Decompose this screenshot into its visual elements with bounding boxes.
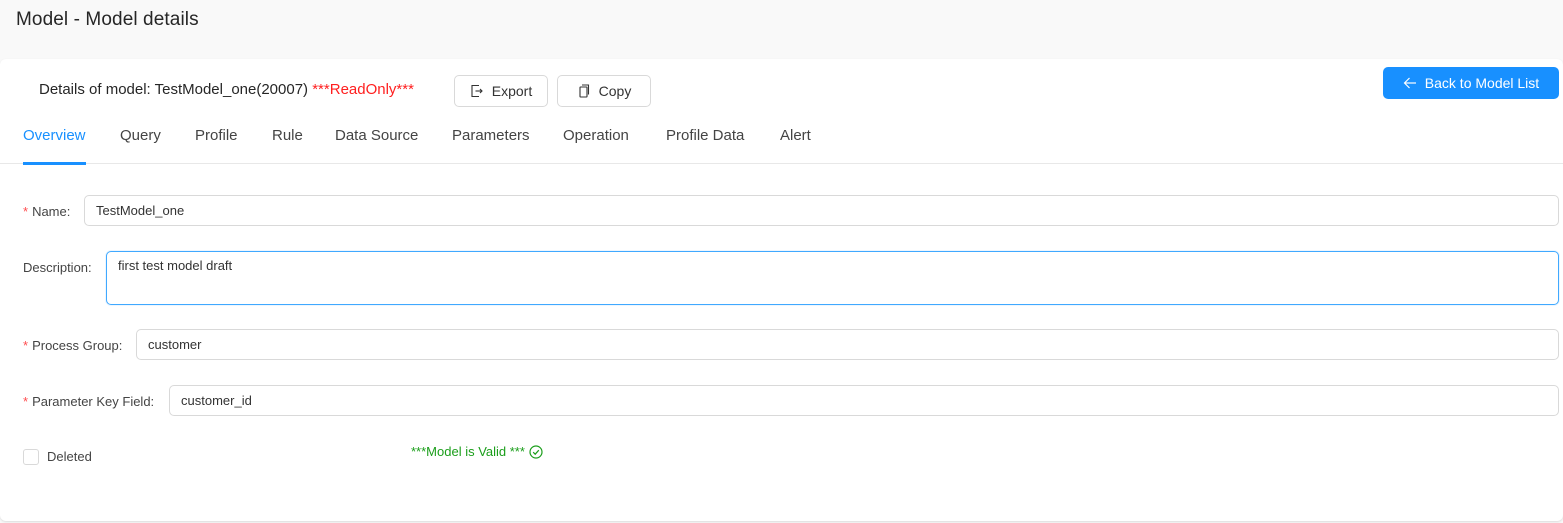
name-input[interactable]: TestModel_one [84, 195, 1559, 226]
process-group-label-text: Process Group: [32, 338, 123, 353]
description-label: Description: [23, 260, 92, 275]
tab-overview[interactable]: Overview [23, 127, 86, 165]
tab-rule[interactable]: Rule [272, 127, 303, 164]
copy-icon [577, 84, 591, 98]
parameter-key-field-input[interactable]: customer_id [169, 385, 1559, 416]
deleted-label[interactable]: Deleted [47, 449, 92, 464]
model-valid-status: ***Model is Valid *** [411, 444, 543, 459]
arrow-left-icon [1403, 76, 1417, 90]
tab-profile[interactable]: Profile [195, 127, 238, 164]
model-details-card: Details of model: TestModel_one(20007) *… [0, 59, 1563, 521]
tab-operation[interactable]: Operation [563, 127, 629, 164]
details-heading: Details of model: TestModel_one(20007) *… [39, 81, 414, 98]
required-mark: * [23, 394, 29, 409]
required-mark: * [23, 338, 29, 353]
details-model-label: Details of model: TestModel_one(20007) [39, 81, 313, 98]
description-textarea[interactable]: first test model draft [106, 251, 1559, 305]
back-to-model-list-button[interactable]: Back to Model List [1383, 67, 1559, 99]
page-header: Model - Model details [0, 0, 1563, 59]
tab-parameters[interactable]: Parameters [452, 127, 530, 164]
parameter-key-field-label: * Parameter Key Field: [23, 394, 154, 409]
copy-label: Copy [598, 83, 632, 99]
valid-message-text: ***Model is Valid *** [411, 444, 525, 459]
required-mark: * [23, 204, 29, 219]
deleted-checkbox[interactable] [23, 449, 39, 465]
export-icon [470, 84, 484, 98]
process-group-label: * Process Group: [23, 338, 122, 353]
process-group-input[interactable]: customer [136, 329, 1559, 360]
tab-bar: Overview Query Profile Rule Data Source … [0, 121, 1563, 165]
export-label: Export [491, 83, 533, 99]
back-label: Back to Model List [1424, 75, 1540, 91]
page-title: Model - Model details [16, 9, 199, 30]
name-label: * Name: [23, 204, 70, 219]
tab-alert[interactable]: Alert [780, 127, 811, 164]
tab-query[interactable]: Query [120, 127, 161, 164]
tab-profile-data[interactable]: Profile Data [666, 127, 744, 164]
tab-data-source[interactable]: Data Source [335, 127, 418, 164]
parameter-key-field-label-text: Parameter Key Field: [32, 394, 155, 409]
check-circle-icon [529, 444, 543, 459]
readonly-badge: ***ReadOnly*** [312, 81, 414, 98]
copy-button[interactable]: Copy [557, 75, 651, 107]
export-button[interactable]: Export [454, 75, 548, 107]
name-label-text: Name: [32, 204, 71, 219]
